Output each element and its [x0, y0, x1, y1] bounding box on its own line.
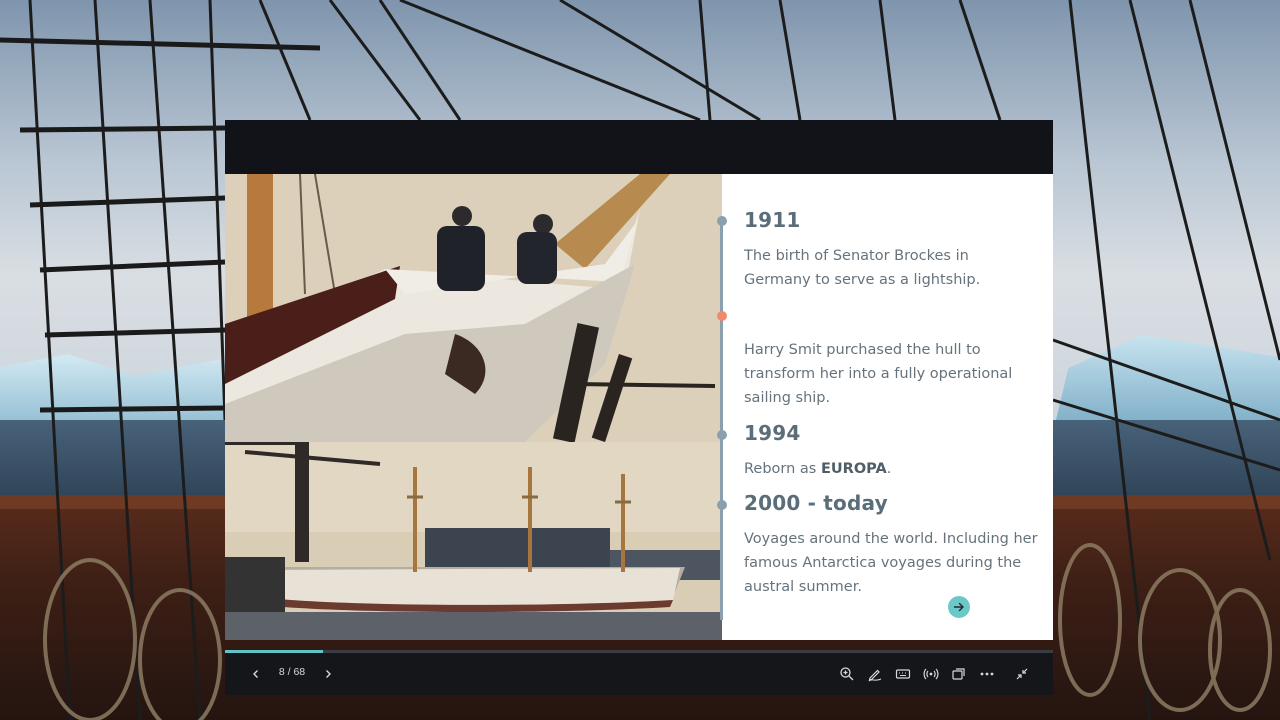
pen-icon [868, 669, 882, 682]
timeline-line [720, 220, 723, 620]
timeline-desc-harry-smit: Harry Smit purchased the hull to transfo… [744, 342, 1013, 406]
arrow-right-icon [953, 602, 964, 612]
timeline-desc-2000: Voyages around the world. Including her … [744, 531, 1038, 595]
more-icon [980, 672, 994, 676]
chevron-left-icon [253, 670, 258, 678]
timeline-year-1911: 1911 [744, 208, 801, 232]
previous-slide-button[interactable] [246, 664, 266, 684]
slide: 1911 The birth of Senator Brockes in Ger… [225, 120, 1053, 640]
broadcast-button[interactable] [921, 664, 941, 684]
windows-button[interactable] [949, 664, 969, 684]
collapse-icon [1016, 668, 1028, 680]
timeline-dot-1994 [717, 430, 727, 440]
broadcast-icon [923, 668, 939, 680]
next-step-button[interactable] [948, 596, 970, 618]
chevron-right-icon [326, 670, 331, 678]
page-indicator: 8 / 68 [278, 666, 306, 678]
timeline-dot-2000 [717, 500, 727, 510]
timeline-dot-current [717, 311, 727, 321]
windows-icon [952, 668, 965, 680]
next-slide-button[interactable] [318, 664, 338, 684]
draw-button[interactable] [865, 664, 885, 684]
timeline-year-1994: 1994 [744, 421, 801, 445]
photo-ship-harbour [225, 442, 722, 640]
slide-header-bar [225, 120, 1053, 174]
timeline-desc-1994: Reborn as EUROPA. [744, 461, 892, 477]
keyboard-icon [895, 669, 911, 679]
exit-fullscreen-button[interactable] [1012, 664, 1032, 684]
zoom-icon [840, 667, 854, 681]
more-options-button[interactable] [977, 664, 997, 684]
ship-name: EUROPA [820, 461, 887, 477]
player-controls: 8 / 68 [225, 653, 1053, 695]
photo-ship-bow [225, 174, 722, 442]
keyboard-shortcuts-button[interactable] [893, 664, 913, 684]
zoom-button[interactable] [837, 664, 857, 684]
timeline-year-2000: 2000 - today [744, 491, 888, 515]
timeline-dot-1911 [717, 216, 727, 226]
timeline-desc-1911: The birth of Senator Brockes in Germany … [744, 248, 981, 288]
